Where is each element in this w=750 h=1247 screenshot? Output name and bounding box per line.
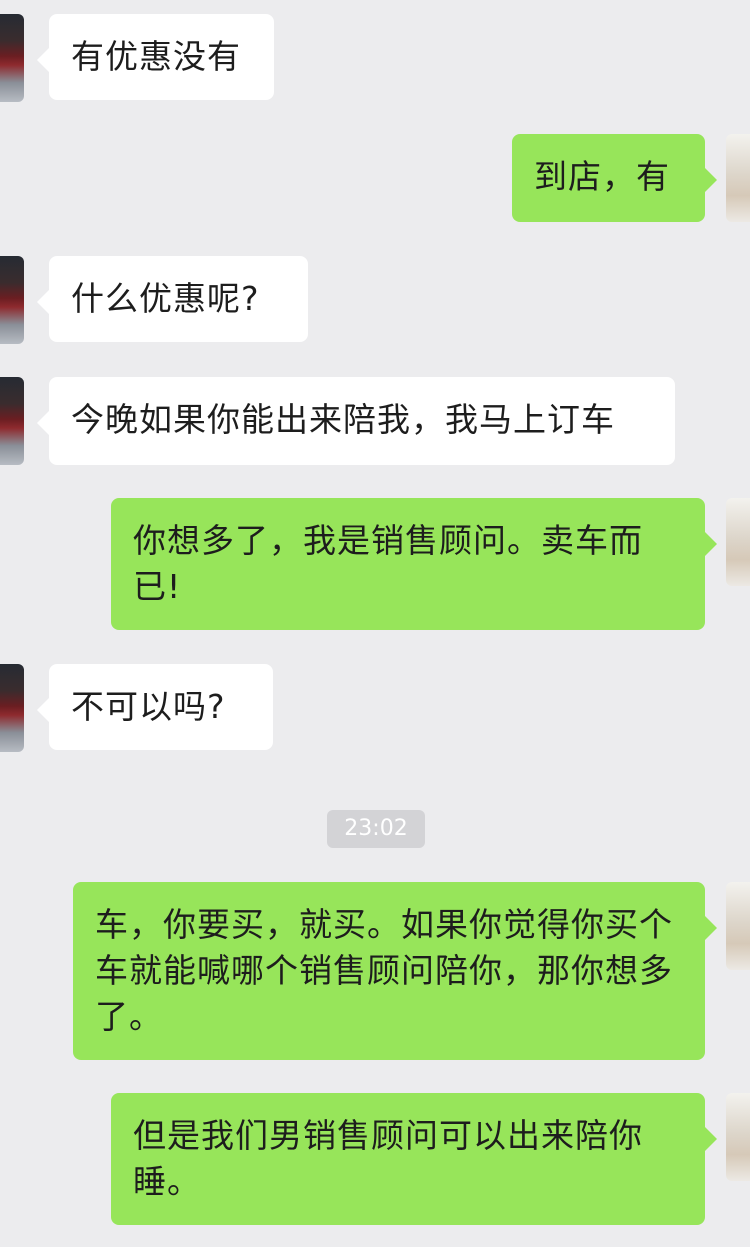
user-avatar[interactable]: [726, 498, 750, 586]
message-text: 车，你要买，就买。如果你觉得你买个车就能喊哪个销售顾问陪你，那你想多了。: [95, 905, 673, 1036]
message-text: 你想多了，我是销售顾问。卖车而已!: [133, 521, 643, 606]
message-bubble-outgoing[interactable]: 但是我们男销售顾问可以出来陪你睡。: [111, 1093, 717, 1225]
message-bubble-incoming[interactable]: 不可以吗?: [37, 664, 273, 750]
message-text: 但是我们男销售顾问可以出来陪你睡。: [133, 1116, 643, 1201]
message-bubble-outgoing[interactable]: 到店，有: [512, 134, 717, 222]
user-avatar[interactable]: [726, 882, 750, 970]
message-bubble-incoming[interactable]: 什么优惠呢?: [37, 256, 308, 342]
user-avatar[interactable]: [726, 134, 750, 222]
message-bubble-outgoing[interactable]: 你想多了，我是销售顾问。卖车而已!: [111, 498, 717, 630]
message-bubble-incoming[interactable]: 有优惠没有: [37, 14, 274, 100]
contact-avatar[interactable]: [0, 664, 24, 752]
message-timestamp: 23:02: [327, 810, 425, 848]
message-text: 什么优惠呢?: [71, 279, 260, 318]
message-text: 不可以吗?: [71, 687, 226, 726]
user-avatar[interactable]: [726, 1093, 750, 1181]
message-bubble-outgoing[interactable]: 车，你要买，就买。如果你觉得你买个车就能喊哪个销售顾问陪你，那你想多了。: [73, 882, 717, 1060]
message-bubble-incoming[interactable]: 今晚如果你能出来陪我，我马上订车: [37, 377, 675, 465]
contact-avatar[interactable]: [0, 14, 24, 102]
contact-avatar[interactable]: [0, 256, 24, 344]
contact-avatar[interactable]: [0, 377, 24, 465]
chat-screen: 有优惠没有 到店，有 什么优惠呢? 今晚如果你能出来陪我，我马上订车 你想多了，…: [0, 0, 750, 1247]
message-text: 今晚如果你能出来陪我，我马上订车: [71, 400, 615, 439]
message-text: 到店，有: [534, 157, 670, 196]
message-text: 有优惠没有: [71, 37, 241, 76]
